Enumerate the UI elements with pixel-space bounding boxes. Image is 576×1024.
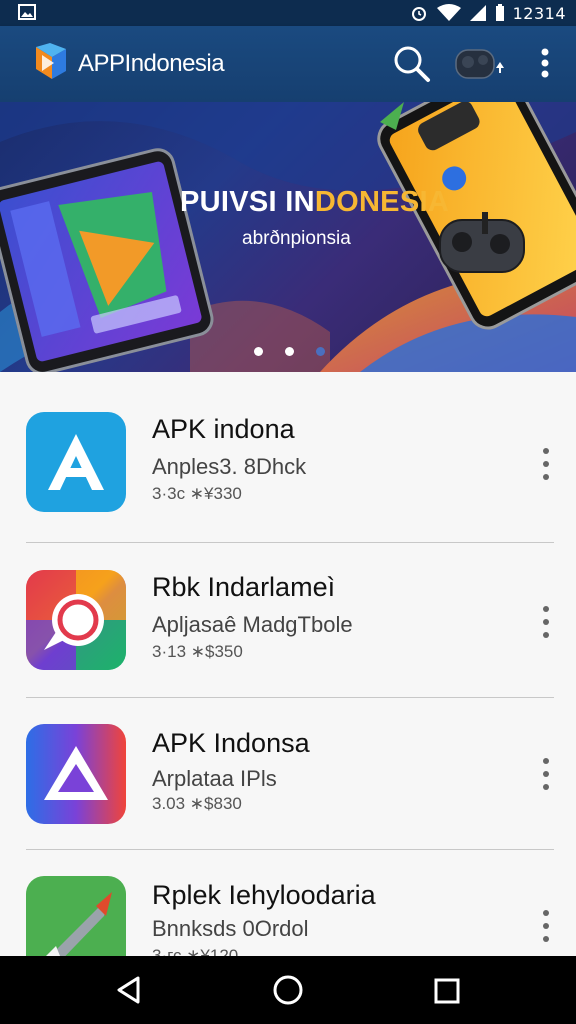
more-vert-icon[interactable] — [536, 606, 556, 638]
promo-banner[interactable]: PUIVSI INDONESIA abrðnpionsia — [0, 102, 576, 372]
app-list-item[interactable]: Rbk Indarlameì Apljasaê MadgTbole 3·13 ∗… — [0, 548, 576, 700]
app-subtitle: Bnnksds 0Ordol — [152, 916, 309, 941]
app-list-item[interactable]: Rplek Iehyloodaria Bnnksds 0Ordol 3·гс ∗… — [0, 856, 576, 956]
page-dot[interactable] — [316, 347, 325, 356]
signal-icon — [469, 5, 486, 21]
app-price: 3·гс ∗¥120 — [152, 946, 239, 956]
page-indicator[interactable] — [254, 347, 325, 356]
more-vert-icon[interactable] — [536, 448, 556, 480]
banner-subtitle: abrðnpionsia — [242, 228, 351, 249]
app-list-item[interactable]: APK Indonsa Arplataa IPls 3.03 ∗$830 — [0, 702, 576, 854]
battery-icon — [495, 4, 504, 21]
app-price: 3·3с ∗¥330 — [152, 484, 242, 503]
app-price: 3.03 ∗$830 — [152, 794, 242, 813]
status-bar: 12314 — [0, 0, 576, 26]
page-dot[interactable] — [254, 347, 263, 356]
app-name: APK indona — [152, 414, 295, 444]
app-title: APPIndonesia — [78, 50, 225, 77]
app-price: 3·13 ∗$350 — [152, 642, 243, 661]
more-vert-icon[interactable] — [536, 910, 556, 942]
app-subtitle: Anples3. 8Dhck — [152, 454, 307, 479]
banner-title: PUIVSI INDONESIA — [180, 186, 450, 218]
status-time: 12314 — [512, 3, 566, 23]
app-subtitle: Arplataa IPls — [152, 766, 277, 791]
wifi-icon — [436, 4, 461, 21]
triangle-icon — [26, 724, 126, 824]
app-name: APK Indonsa — [152, 728, 310, 758]
search-icon[interactable] — [390, 44, 434, 84]
navigation-bar — [0, 956, 576, 1024]
app-logo-icon — [36, 43, 66, 79]
app-subtitle: Apljasaê MadgTbole — [152, 612, 353, 637]
gamepad-icon[interactable] — [452, 44, 508, 84]
page-dot-active[interactable] — [285, 347, 294, 356]
recents-icon[interactable] — [433, 977, 461, 1005]
home-icon[interactable] — [272, 974, 304, 1006]
divider — [26, 542, 554, 543]
app-name: Rplek Iehyloodaria — [152, 880, 376, 910]
app-list-item[interactable]: APK indona Anples3. 8Dhck 3·3с ∗¥330 — [0, 392, 576, 544]
app-name: Rbk Indarlameì — [152, 572, 336, 602]
rocket-icon — [26, 876, 126, 956]
divider — [26, 697, 554, 698]
more-vert-icon[interactable] — [530, 46, 560, 82]
app-list: APK indona Anples3. 8Dhck 3·3с ∗¥330 Rbk… — [0, 372, 576, 956]
letter-a-icon — [26, 412, 126, 512]
more-vert-icon[interactable] — [536, 758, 556, 790]
image-notification-icon — [18, 4, 36, 20]
app-bar: APPIndonesia — [0, 26, 576, 102]
chat-bubble-icon — [26, 570, 126, 670]
alarm-icon — [411, 7, 426, 21]
back-icon[interactable] — [114, 975, 144, 1005]
divider — [26, 849, 554, 850]
